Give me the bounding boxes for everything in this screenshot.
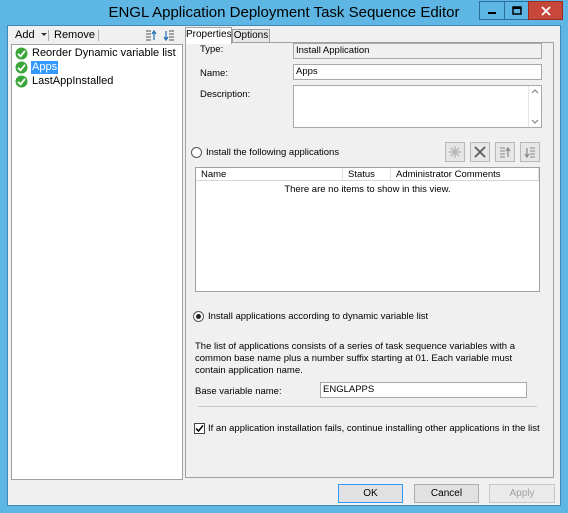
tree-item-label: LastAppInstalled xyxy=(32,75,114,87)
title-bar[interactable]: ENGL Application Deployment Task Sequenc… xyxy=(0,0,568,25)
move-down-button[interactable] xyxy=(162,28,176,42)
tree-item-label: Apps xyxy=(31,61,59,74)
move-up-button[interactable] xyxy=(144,28,158,42)
add-button[interactable]: Add xyxy=(15,29,48,41)
scroll-arrows-icon xyxy=(531,89,539,124)
tab-properties[interactable]: Properties xyxy=(185,27,232,44)
move-app-up-button[interactable] xyxy=(495,142,515,162)
left-pane: Add Remove Reorder Dynamic variable list… xyxy=(11,28,183,480)
move-up-icon xyxy=(500,146,511,158)
cancel-button[interactable]: Cancel xyxy=(414,484,479,503)
minimize-button[interactable] xyxy=(479,1,505,20)
move-up-icon xyxy=(146,29,157,41)
remove-application-button[interactable] xyxy=(470,142,490,162)
dynamic-list-label: Install applications according to dynami… xyxy=(208,311,429,322)
install-following-label: Install the following applications xyxy=(206,147,340,158)
tab-options[interactable]: Options xyxy=(232,29,270,43)
maximize-icon xyxy=(511,5,522,15)
add-label: Add xyxy=(15,29,35,41)
tree-item-label: Reorder Dynamic variable list xyxy=(32,47,176,59)
column-admin-comments[interactable]: Administrator Comments xyxy=(391,168,539,181)
close-icon xyxy=(540,5,551,16)
dynamic-list-radio[interactable] xyxy=(193,311,204,322)
toolbar-divider xyxy=(98,30,99,41)
star-burst-icon xyxy=(449,146,461,158)
name-input[interactable]: Apps xyxy=(293,64,542,80)
list-empty-message: There are no items to show in this view. xyxy=(284,184,451,195)
success-check-icon xyxy=(15,47,28,60)
continue-on-fail-checkbox[interactable] xyxy=(194,423,205,434)
dynamic-list-description: The list of applications consists of a s… xyxy=(195,341,515,376)
type-label: Type: xyxy=(200,44,224,55)
tree-item-lastappinstalled[interactable]: LastAppInstalled xyxy=(15,75,114,88)
column-status[interactable]: Status xyxy=(343,168,391,181)
maximize-button[interactable] xyxy=(504,1,529,20)
move-app-down-button[interactable] xyxy=(520,142,540,162)
base-variable-label: Base variable name: xyxy=(195,386,282,397)
install-following-radio[interactable] xyxy=(191,147,202,158)
success-check-icon xyxy=(15,61,28,74)
dialog-client: Add Remove Reorder Dynamic variable list… xyxy=(7,25,561,506)
left-toolbar: Add Remove xyxy=(11,28,183,44)
type-field: Install Application xyxy=(293,43,542,59)
column-name[interactable]: Name xyxy=(196,168,343,181)
base-variable-input[interactable]: ENGLAPPS xyxy=(320,382,527,398)
section-divider xyxy=(198,406,537,407)
description-scrollbar[interactable] xyxy=(528,86,541,127)
tree-item-apps[interactable]: Apps xyxy=(15,61,59,74)
description-textarea[interactable] xyxy=(293,85,542,128)
move-down-icon xyxy=(524,147,535,159)
add-application-button[interactable] xyxy=(445,142,465,162)
radio-selected-dot xyxy=(196,314,201,319)
sequence-tree[interactable]: Reorder Dynamic variable list Apps LastA… xyxy=(11,44,183,480)
name-label: Name: xyxy=(200,68,228,79)
checkmark-icon xyxy=(195,425,204,433)
continue-on-fail-label: If an application installation fails, co… xyxy=(208,423,540,434)
toolbar-divider xyxy=(48,30,49,41)
properties-panel: Type: Install Application Name: Apps Des… xyxy=(185,42,554,478)
minimize-icon xyxy=(488,11,496,14)
remove-button[interactable]: Remove xyxy=(54,29,95,41)
description-label: Description: xyxy=(200,89,251,100)
apply-button[interactable]: Apply xyxy=(489,484,555,503)
editor-window: ENGL Application Deployment Task Sequenc… xyxy=(0,0,568,513)
applications-list[interactable]: Name Status Administrator Comments There… xyxy=(195,167,540,292)
ok-button[interactable]: OK xyxy=(338,484,403,503)
success-check-icon xyxy=(15,75,28,88)
tree-item-reorder[interactable]: Reorder Dynamic variable list xyxy=(15,47,177,60)
list-header: Name Status Administrator Comments xyxy=(196,168,539,181)
delete-x-icon xyxy=(474,146,486,158)
close-button[interactable] xyxy=(528,1,563,20)
move-down-icon xyxy=(163,30,174,42)
chevron-down-icon xyxy=(40,33,47,37)
